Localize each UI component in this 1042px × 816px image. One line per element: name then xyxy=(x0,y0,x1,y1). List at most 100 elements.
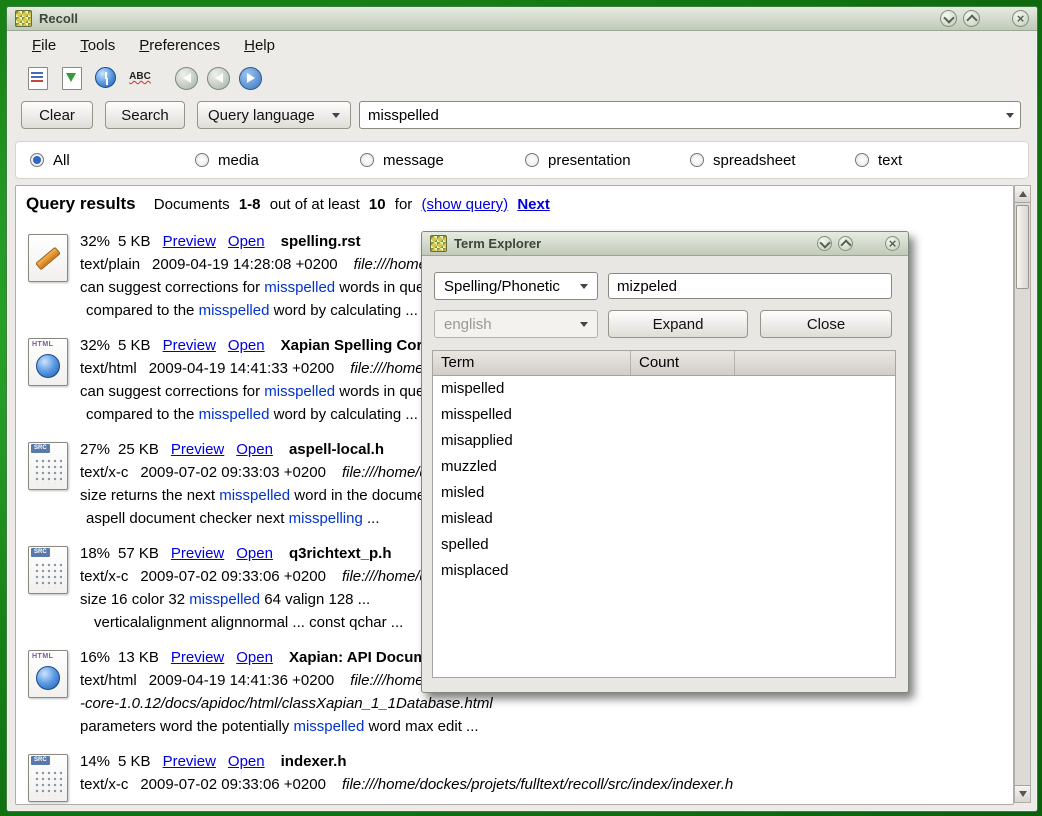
snippet-text: -core-1.0.12/docs/apidoc/html/classXapia… xyxy=(80,695,493,712)
radio-icon xyxy=(855,153,869,167)
window-titlebar[interactable]: Recoll × xyxy=(7,7,1037,31)
query-combobox xyxy=(359,101,1021,129)
search-button[interactable]: Search xyxy=(105,101,185,129)
open-link[interactable]: Open xyxy=(228,337,265,354)
shade-button[interactable] xyxy=(940,10,957,27)
language-value: english xyxy=(444,316,492,333)
erase-search-field-icon[interactable] xyxy=(25,65,51,91)
menu-tools[interactable]: Tools xyxy=(71,34,124,57)
term-text: muzzled xyxy=(441,458,497,475)
open-link[interactable]: Open xyxy=(228,753,265,770)
radio-icon xyxy=(195,153,209,167)
chevron-down-icon xyxy=(580,284,588,289)
term-text: misspelled xyxy=(441,406,512,423)
preview-link[interactable]: Preview xyxy=(163,337,216,354)
column-header-term[interactable]: Term xyxy=(433,351,631,375)
snippet-text: size 16 color 32 xyxy=(80,591,189,608)
page-first-button[interactable] xyxy=(175,67,198,90)
html-doc-icon xyxy=(28,338,68,386)
mime-type: text/x-c xyxy=(80,464,128,481)
preview-link[interactable]: Preview xyxy=(163,753,216,770)
refresh-document-icon[interactable] xyxy=(59,65,85,91)
page-prev-button[interactable] xyxy=(207,67,230,90)
term-row[interactable]: mispelled xyxy=(433,376,895,402)
show-query-link[interactable]: (show query) xyxy=(421,196,508,213)
dialog-maximize-button[interactable] xyxy=(838,236,853,251)
menu-preferences[interactable]: Preferences xyxy=(130,34,229,57)
term-row[interactable]: mislead xyxy=(433,506,895,532)
term-row[interactable]: spelled xyxy=(433,532,895,558)
highlighted-term: misspelled xyxy=(264,279,335,296)
term-text: misled xyxy=(441,484,484,501)
arrow-left-icon xyxy=(183,73,191,83)
filter-label: message xyxy=(383,152,444,169)
filter-message[interactable]: message xyxy=(360,152,525,169)
highlighted-term: misspelled xyxy=(293,718,364,735)
column-header-count[interactable]: Count xyxy=(631,351,735,375)
spellcheck-abc-icon[interactable]: ABC xyxy=(127,65,153,91)
open-link[interactable]: Open xyxy=(228,233,265,250)
radio-icon xyxy=(30,153,44,167)
relevance-percent: 32% xyxy=(80,233,110,250)
arrow-down-icon xyxy=(1019,791,1027,797)
filter-text[interactable]: text xyxy=(855,152,1020,169)
dialog-shade-button[interactable] xyxy=(817,236,832,251)
query-input[interactable] xyxy=(360,107,1000,124)
dialog-close-button[interactable]: × xyxy=(885,236,900,251)
close-button[interactable]: × xyxy=(1012,10,1029,27)
chevron-down-icon xyxy=(332,113,340,118)
result-info-line: text/x-c2009-07-02 09:33:06 +0200file://… xyxy=(80,773,733,796)
scroll-up-button[interactable] xyxy=(1015,186,1030,203)
filter-all[interactable]: All xyxy=(30,152,195,169)
term-row[interactable]: misplaced xyxy=(433,558,895,584)
snippet-line: -core-1.0.12/docs/apidoc/html/classXapia… xyxy=(80,692,800,715)
term-input[interactable] xyxy=(608,273,892,299)
of-label: out of at least xyxy=(270,196,360,213)
relevance-percent: 18% xyxy=(80,545,110,562)
highlighted-term: misspelled xyxy=(264,383,335,400)
maximize-button[interactable] xyxy=(963,10,980,27)
close-icon: × xyxy=(889,237,897,250)
dialog-titlebar[interactable]: Term Explorer × xyxy=(422,232,908,256)
filter-media[interactable]: media xyxy=(195,152,360,169)
query-dropdown-arrow[interactable] xyxy=(1000,113,1020,118)
filter-presentation[interactable]: presentation xyxy=(525,152,690,169)
open-link[interactable]: Open xyxy=(236,649,273,666)
dialog-close-action-button[interactable]: Close xyxy=(760,310,892,338)
page-next-button[interactable] xyxy=(239,67,262,90)
doc-date: 2009-07-02 09:33:06 +0200 xyxy=(140,568,326,585)
term-row[interactable]: misled xyxy=(433,480,895,506)
preview-link[interactable]: Preview xyxy=(163,233,216,250)
clear-button[interactable]: Clear xyxy=(21,101,93,129)
filter-spreadsheet[interactable]: spreadsheet xyxy=(690,152,855,169)
preview-link[interactable]: Preview xyxy=(171,545,224,562)
preview-link[interactable]: Preview xyxy=(171,441,224,458)
chevron-down-icon xyxy=(580,322,588,327)
results-scrollbar[interactable] xyxy=(1014,185,1031,803)
next-link[interactable]: Next xyxy=(517,196,550,213)
scrollbar-thumb[interactable] xyxy=(1016,205,1029,289)
dialog-window-controls: × xyxy=(817,236,900,251)
highlighted-term: misspelled xyxy=(199,302,270,319)
expand-button[interactable]: Expand xyxy=(608,310,748,338)
term-row[interactable]: misapplied xyxy=(433,428,895,454)
open-link[interactable]: Open xyxy=(236,545,273,562)
scroll-down-button[interactable] xyxy=(1015,785,1030,802)
menu-help[interactable]: Help xyxy=(235,34,284,57)
term-text: spelled xyxy=(441,536,489,553)
query-language-dropdown[interactable]: Query language xyxy=(197,101,351,129)
language-dropdown[interactable]: english xyxy=(434,310,598,338)
mime-type: text/html xyxy=(80,360,137,377)
results-header: Query results Documents 1-8 out of at le… xyxy=(26,194,555,214)
snippet-text: size returns the next xyxy=(80,487,219,504)
term-row[interactable]: misspelled xyxy=(433,402,895,428)
file-size: 5 KB xyxy=(118,233,151,250)
highlighted-term: misspelled xyxy=(219,487,290,504)
expansion-mode-dropdown[interactable]: Spelling/Phonetic xyxy=(434,272,598,300)
open-link[interactable]: Open xyxy=(236,441,273,458)
history-clock-icon[interactable] xyxy=(93,65,119,91)
preview-link[interactable]: Preview xyxy=(171,649,224,666)
menu-file[interactable]: File xyxy=(23,34,65,57)
result-title: spelling.rst xyxy=(281,233,361,250)
term-row[interactable]: muzzled xyxy=(433,454,895,480)
